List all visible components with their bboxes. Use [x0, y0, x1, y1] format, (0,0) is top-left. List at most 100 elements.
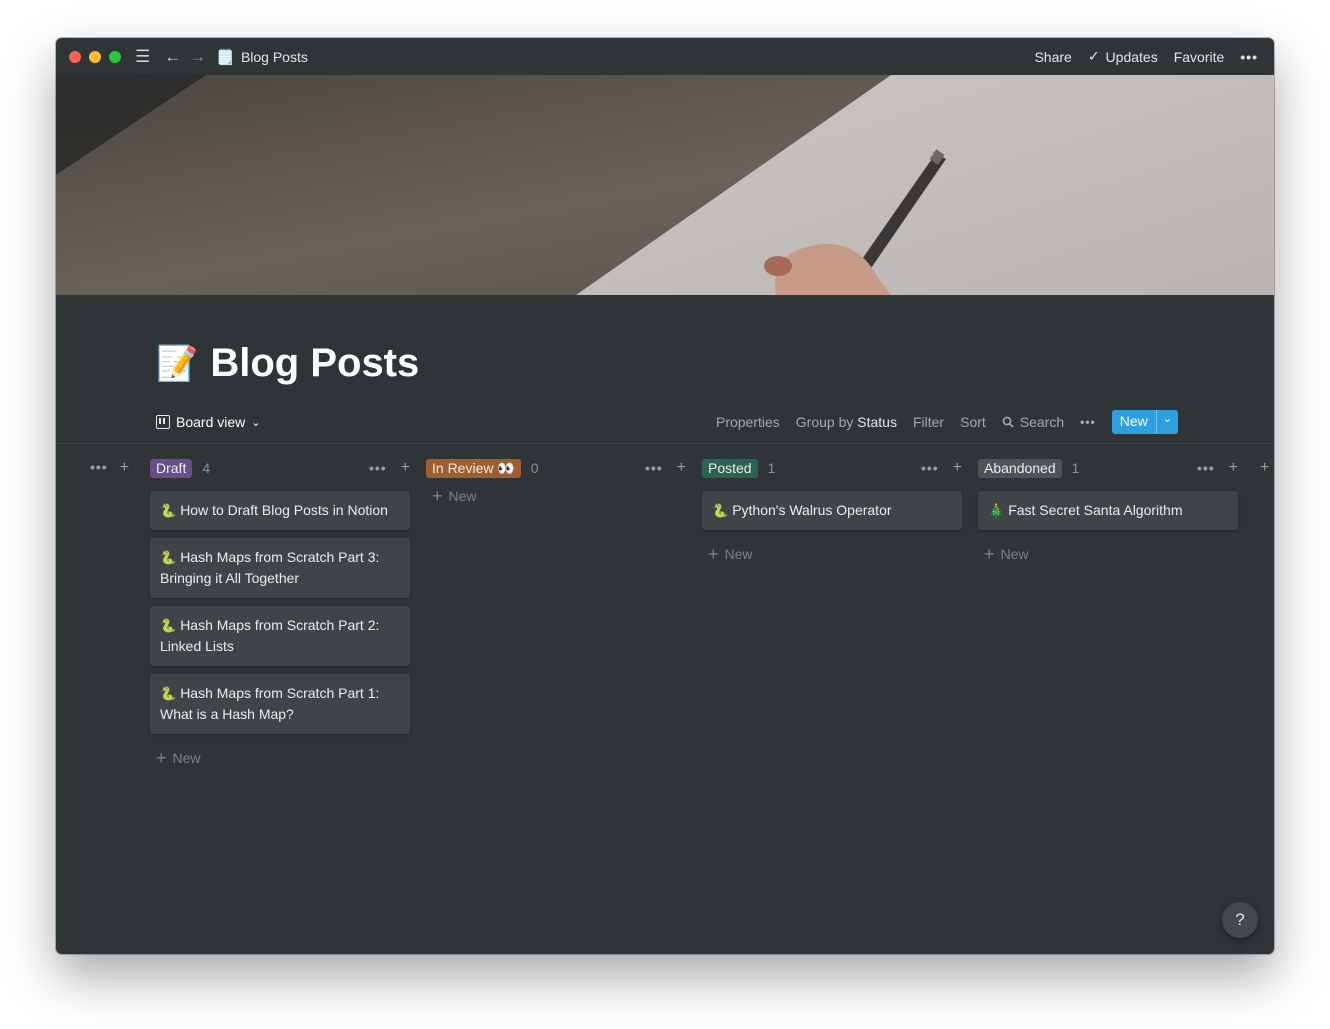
add-new-card-button[interactable]: + New	[978, 544, 1238, 564]
page-title-text[interactable]: Blog Posts	[210, 341, 419, 386]
board-card[interactable]: 🐍 How to Draft Blog Posts in Notion	[150, 491, 410, 530]
back-arrow-icon[interactable]: ←	[164, 48, 181, 65]
close-window-button[interactable]	[69, 50, 81, 63]
plus-icon[interactable]: +	[953, 459, 962, 477]
plus-icon[interactable]: +	[401, 459, 410, 477]
column-count: 0	[530, 460, 539, 476]
card-title: Python's Walrus Operator	[732, 502, 892, 518]
more-options-icon[interactable]: •••	[645, 460, 663, 476]
page-title[interactable]: 📝 Blog Posts	[156, 341, 419, 386]
snake-icon: 🐍	[160, 686, 177, 701]
group-by-prefix: Group by	[795, 414, 854, 430]
column-actions: ••• +	[921, 459, 962, 477]
plus-icon: +	[708, 544, 719, 564]
zoom-window-button[interactable]	[109, 50, 121, 63]
christmas-tree-icon: 🎄	[988, 503, 1005, 518]
properties-button[interactable]: Properties	[716, 414, 780, 430]
chevron-down-icon: ⌄	[251, 416, 261, 429]
cover-image	[56, 75, 1274, 295]
breadcrumb[interactable]: 🗒️ Blog Posts	[216, 48, 308, 66]
toolbar-divider	[56, 443, 1274, 444]
column-posted: Posted 1 ••• + 🐍 Python's Walrus Operator…	[702, 456, 962, 564]
column-actions: ••• +	[645, 459, 686, 477]
add-new-card-button[interactable]: + New	[426, 486, 686, 506]
breadcrumb-title: Blog Posts	[240, 48, 308, 65]
add-new-label: New	[172, 750, 201, 766]
view-more-icon[interactable]: •••	[1080, 415, 1096, 429]
view-toolbar: Board view ⌄ Properties Group by Status …	[156, 408, 1178, 436]
board-view-label: Board view	[176, 414, 246, 430]
updates-button[interactable]: Updates	[1106, 49, 1158, 65]
group-by-button[interactable]: Group by Status	[796, 414, 897, 430]
cover-photo-svg	[56, 75, 1274, 295]
add-new-card-button[interactable]: + New	[150, 748, 410, 768]
new-record-button[interactable]: New ⌄	[1111, 410, 1178, 434]
plus-icon: +	[432, 486, 443, 506]
column-header: Draft 4 ••• +	[150, 456, 410, 480]
view-actions: Properties Group by Status Filter Sort S…	[716, 410, 1178, 434]
filter-button[interactable]: Filter	[913, 414, 944, 430]
board-view-selector[interactable]: Board view ⌄	[156, 414, 260, 430]
card-title: How to Draft Blog Posts in Notion	[180, 502, 388, 518]
column-in-review: In Review 👀 0 ••• + + New	[426, 456, 686, 506]
topbar-actions: Share ✓ Updates Favorite •••	[1034, 48, 1258, 65]
title-bar: ☰ ← → 🗒️ Blog Posts Share ✓ Updates Favo…	[56, 38, 1274, 75]
column-abandoned: Abandoned 1 ••• + 🎄 Fast Secret Santa Alg…	[978, 456, 1238, 564]
status-badge[interactable]: In Review 👀	[426, 458, 521, 478]
sort-button[interactable]: Sort	[960, 414, 986, 430]
search-label: Search	[1019, 414, 1065, 430]
more-options-icon[interactable]: •••	[1197, 460, 1215, 476]
board-card[interactable]: 🐍 Hash Maps from Scratch Part 2: Linked L…	[150, 606, 410, 666]
hidden-groups-controls: ••• +	[90, 459, 129, 477]
column-header: Abandoned 1 ••• +	[978, 456, 1238, 480]
snake-icon: 🐍	[160, 550, 177, 565]
column-count: 1	[767, 460, 776, 476]
more-options-icon[interactable]: •••	[90, 459, 108, 477]
plus-icon[interactable]: +	[1229, 459, 1238, 477]
minimize-window-button[interactable]	[89, 50, 101, 63]
search-icon	[1002, 416, 1014, 428]
board-card[interactable]: 🎄 Fast Secret Santa Algorithm	[978, 491, 1238, 530]
column-count: 4	[202, 460, 211, 476]
chevron-down-icon[interactable]: ⌄	[1155, 410, 1178, 434]
column-header: In Review 👀 0 ••• +	[426, 456, 686, 480]
status-badge[interactable]: Abandoned	[978, 458, 1062, 478]
help-button[interactable]: ?	[1222, 902, 1258, 938]
board-card[interactable]: 🐍 Hash Maps from Scratch Part 1: What is …	[150, 674, 410, 734]
new-button-label: New	[1119, 413, 1148, 429]
more-options-icon[interactable]: •••	[921, 460, 939, 476]
column-actions: ••• +	[369, 459, 410, 477]
card-title: Fast Secret Santa Algorithm	[1008, 502, 1183, 518]
column-count: 1	[1071, 460, 1080, 476]
status-badge[interactable]: Draft	[150, 458, 193, 478]
window-controls	[69, 50, 121, 63]
add-new-label: New	[724, 546, 753, 562]
forward-arrow-icon[interactable]: →	[189, 48, 206, 65]
plus-icon: +	[156, 748, 167, 768]
share-button[interactable]: Share	[1034, 49, 1071, 65]
more-options-icon[interactable]: •••	[369, 460, 387, 476]
status-badge[interactable]: Posted	[702, 458, 758, 478]
search-button[interactable]: Search	[1002, 414, 1064, 430]
card-title: Hash Maps from Scratch Part 1: What is a…	[160, 685, 380, 722]
snake-icon: 🐍	[160, 503, 177, 518]
memo-icon[interactable]: 📝	[156, 344, 198, 384]
favorite-button[interactable]: Favorite	[1174, 49, 1225, 65]
card-title: Hash Maps from Scratch Part 2: Linked Li…	[160, 617, 380, 654]
add-new-card-button[interactable]: + New	[702, 544, 962, 564]
add-new-label: New	[1000, 546, 1029, 562]
board-card[interactable]: 🐍 Python's Walrus Operator	[702, 491, 962, 530]
column-draft: Draft 4 ••• + 🐍 How to Draft Blog Posts i…	[150, 456, 410, 768]
more-options-icon[interactable]: •••	[1240, 49, 1258, 65]
sidebar-toggle-icon[interactable]: ☰	[135, 48, 150, 65]
column-actions: ••• +	[1197, 459, 1238, 477]
plus-icon[interactable]: +	[677, 459, 686, 477]
checkmark-icon: ✓	[1087, 48, 1100, 64]
plus-icon: +	[984, 544, 995, 564]
board-icon	[156, 415, 170, 429]
board-card[interactable]: 🐍 Hash Maps from Scratch Part 3: Bringing…	[150, 538, 410, 598]
memo-icon: 🗒️	[216, 48, 235, 66]
add-group-plus-icon[interactable]: +	[1260, 459, 1269, 477]
group-by-value: Status	[857, 414, 897, 430]
plus-icon[interactable]: +	[120, 459, 129, 477]
